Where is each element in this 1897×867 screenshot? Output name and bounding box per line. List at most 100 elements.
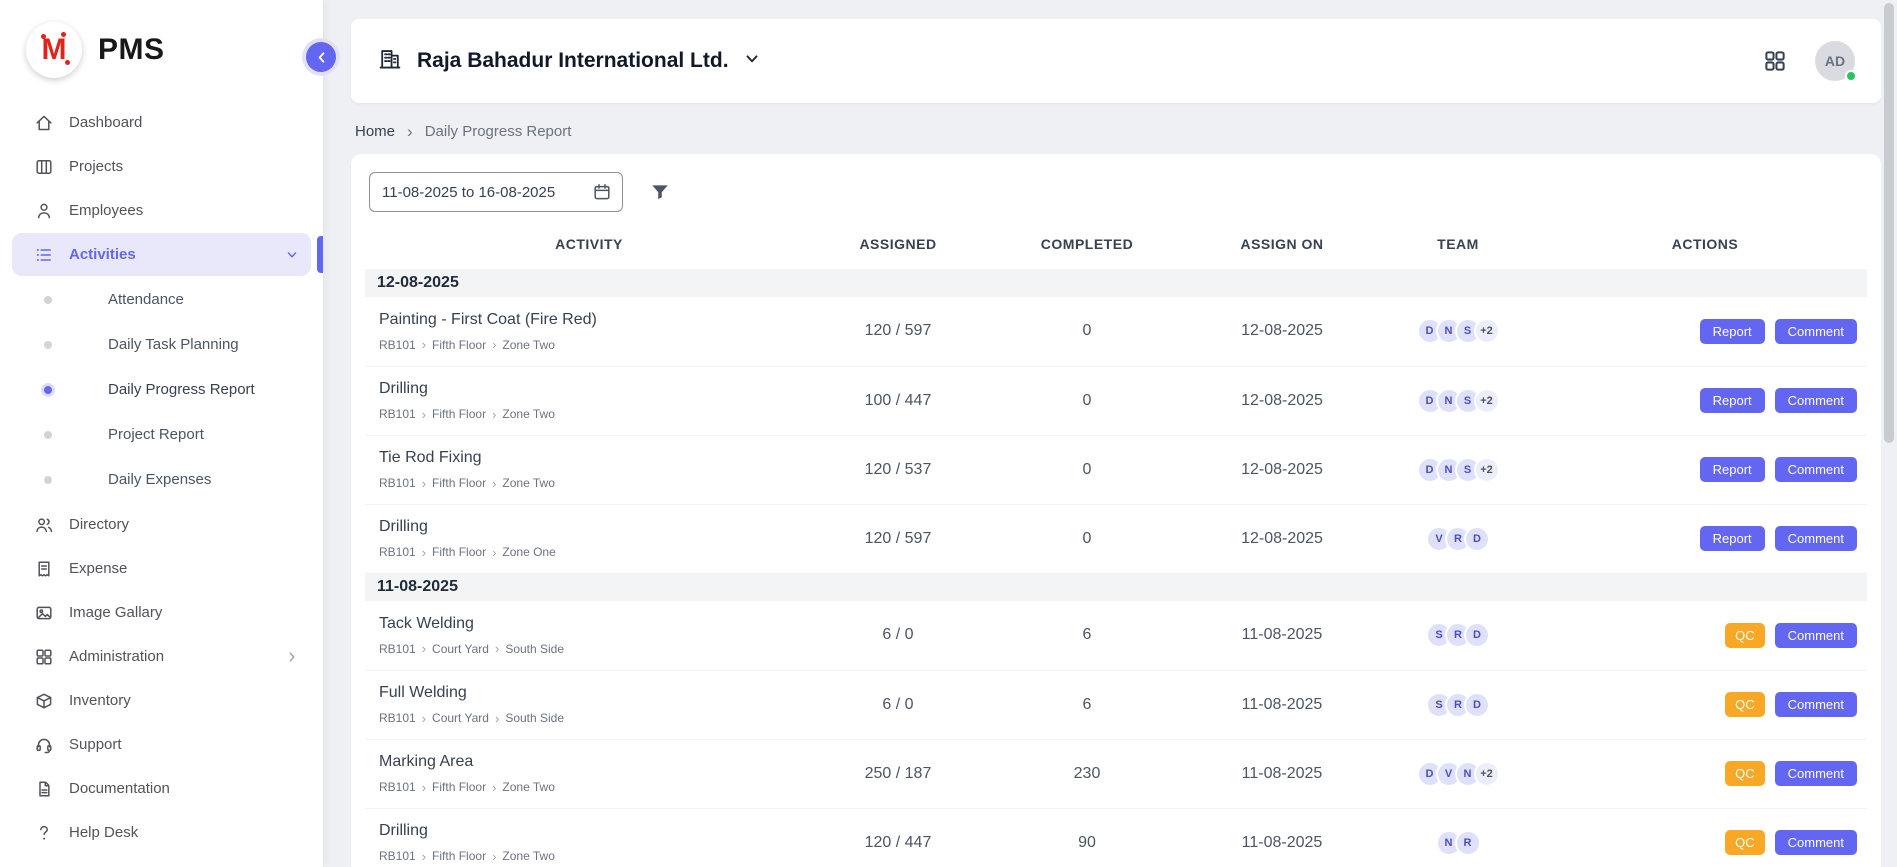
- comment-button[interactable]: Comment: [1775, 319, 1857, 344]
- sidebar-item-image-gallary[interactable]: Image Gallary: [12, 591, 311, 634]
- sidebar-item-projects[interactable]: Projects: [12, 145, 311, 188]
- team-avatar[interactable]: D: [1464, 692, 1490, 718]
- assigned-value: 120 / 597: [813, 504, 983, 573]
- filter-icon[interactable]: [649, 181, 671, 203]
- location-segment: RB101: [379, 545, 416, 559]
- sidebar-subitem-daily-expenses[interactable]: Daily Expenses: [0, 457, 323, 502]
- sidebar-item-label: Projects: [69, 158, 299, 175]
- chevron-right-icon: ›: [422, 642, 426, 655]
- activity-title: Drilling: [379, 518, 805, 536]
- team-extra-count[interactable]: +2: [1474, 388, 1500, 414]
- activity-title: Drilling: [379, 822, 805, 840]
- team-extra-count[interactable]: +2: [1474, 318, 1500, 344]
- chevron-right-icon: ›: [422, 712, 426, 725]
- team-avatar[interactable]: D: [1464, 622, 1490, 648]
- report-button[interactable]: Report: [1700, 319, 1765, 344]
- sidebar-item-dashboard[interactable]: Dashboard: [12, 101, 311, 144]
- team-avatar[interactable]: R: [1455, 830, 1481, 856]
- chevron-right-icon: [285, 650, 299, 664]
- location-segment: South Side: [505, 642, 564, 656]
- completed-value: 6: [983, 670, 1191, 739]
- comment-button[interactable]: Comment: [1775, 388, 1857, 413]
- report-card: 11-08-2025 to 16-08-2025 ACTIVITYASSIGNE…: [351, 154, 1881, 867]
- qc-button[interactable]: QC: [1725, 623, 1765, 648]
- online-status-dot: [1845, 70, 1857, 82]
- chevron-right-icon: ›: [492, 546, 496, 559]
- location-segment: Fifth Floor: [432, 545, 486, 559]
- assign-on-value: 12-08-2025: [1191, 297, 1373, 366]
- column-header-completed: COMPLETED: [983, 220, 1191, 269]
- sidebar-subitem-daily-progress-report[interactable]: Daily Progress Report: [0, 367, 323, 412]
- table-row: Drilling RB101›Fifth Floor›Zone Two 120 …: [365, 808, 1867, 867]
- sidebar-item-inventory[interactable]: Inventory: [12, 679, 311, 722]
- team-avatar[interactable]: D: [1464, 526, 1490, 552]
- sidebar-item-expense[interactable]: Expense: [12, 547, 311, 590]
- company-selector[interactable]: Raja Bahadur International Ltd.: [377, 46, 761, 77]
- location-segment: Court Yard: [432, 642, 489, 656]
- team-extra-count[interactable]: +2: [1474, 761, 1500, 787]
- sidebar-item-employees[interactable]: Employees: [12, 189, 311, 232]
- sidebar-item-label: Employees: [69, 202, 299, 219]
- bullet-dot-icon: [44, 341, 52, 349]
- sidebar-subitem-attendance[interactable]: Attendance: [0, 277, 323, 322]
- logo-dot: [41, 34, 46, 39]
- comment-button[interactable]: Comment: [1775, 623, 1857, 648]
- row-actions: QC Comment: [1543, 830, 1867, 855]
- table-row: Painting - First Coat (Fire Red) RB101›F…: [365, 297, 1867, 366]
- report-button[interactable]: Report: [1700, 388, 1765, 413]
- assigned-value: 120 / 537: [813, 435, 983, 504]
- main-content: Raja Bahadur International Ltd. AD Home›…: [323, 0, 1881, 867]
- sidebar-subitem-project-report[interactable]: Project Report: [0, 412, 323, 457]
- table-row: Marking Area RB101›Fifth Floor›Zone Two …: [365, 739, 1867, 808]
- qc-button[interactable]: QC: [1725, 761, 1765, 786]
- sidebar-item-support[interactable]: Support: [12, 723, 311, 766]
- assigned-value: 250 / 187: [813, 739, 983, 808]
- sidebar-item-label: Inventory: [69, 692, 299, 709]
- sidebar-item-directory[interactable]: Directory: [12, 503, 311, 546]
- comment-button[interactable]: Comment: [1775, 830, 1857, 855]
- team-avatars: DVN+2: [1373, 761, 1543, 787]
- sidebar-item-label: Dashboard: [69, 114, 299, 131]
- support-icon: [34, 735, 54, 755]
- table-row: Drilling RB101›Fifth Floor›Zone Two 100 …: [365, 366, 1867, 435]
- chevron-right-icon: ›: [422, 850, 426, 863]
- sidebar-subitem-label: Project Report: [108, 426, 204, 443]
- assigned-value: 120 / 447: [813, 808, 983, 867]
- breadcrumb-item-home[interactable]: Home: [355, 123, 395, 140]
- sidebar-item-administration[interactable]: Administration: [12, 635, 311, 678]
- directory-icon: [34, 515, 54, 535]
- sidebar-item-documentation[interactable]: Documentation: [12, 767, 311, 810]
- breadcrumb: Home›Daily Progress Report: [355, 123, 1881, 140]
- assign-on-value: 11-08-2025: [1191, 601, 1373, 670]
- sidebar-item-label: Directory: [69, 516, 299, 533]
- user-avatar[interactable]: AD: [1815, 41, 1855, 81]
- comment-button[interactable]: Comment: [1775, 457, 1857, 482]
- sidebar-collapse-button[interactable]: [306, 42, 336, 72]
- comment-button[interactable]: Comment: [1775, 761, 1857, 786]
- team-extra-count[interactable]: +2: [1474, 457, 1500, 483]
- bullet-dot-icon: [44, 431, 52, 439]
- apps-grid-icon[interactable]: [1763, 49, 1787, 73]
- qc-button[interactable]: QC: [1725, 830, 1765, 855]
- sidebar-subitem-label: Daily Progress Report: [108, 381, 255, 398]
- sidebar-item-label: Documentation: [69, 780, 299, 797]
- date-range-picker[interactable]: 11-08-2025 to 16-08-2025: [369, 172, 623, 212]
- completed-value: 230: [983, 739, 1191, 808]
- sidebar-item-activities[interactable]: Activities: [12, 233, 311, 276]
- activity-title: Marking Area: [379, 753, 805, 771]
- comment-button[interactable]: Comment: [1775, 526, 1857, 551]
- report-button[interactable]: Report: [1700, 526, 1765, 551]
- completed-value: 0: [983, 504, 1191, 573]
- scrollbar-thumb[interactable]: [1884, 3, 1894, 443]
- comment-button[interactable]: Comment: [1775, 692, 1857, 717]
- qc-button[interactable]: QC: [1725, 692, 1765, 717]
- location-segment: Fifth Floor: [432, 780, 486, 794]
- sidebar-item-help-desk[interactable]: Help Desk: [12, 811, 311, 854]
- sidebar-subitem-label: Attendance: [108, 291, 184, 308]
- report-button[interactable]: Report: [1700, 457, 1765, 482]
- sidebar-subitem-daily-task-planning[interactable]: Daily Task Planning: [0, 322, 323, 367]
- team-avatars: DNS+2: [1373, 457, 1543, 483]
- location-segment: Zone Two: [502, 780, 554, 794]
- column-header-actions: ACTIONS: [1543, 220, 1867, 269]
- location-segment: RB101: [379, 338, 416, 352]
